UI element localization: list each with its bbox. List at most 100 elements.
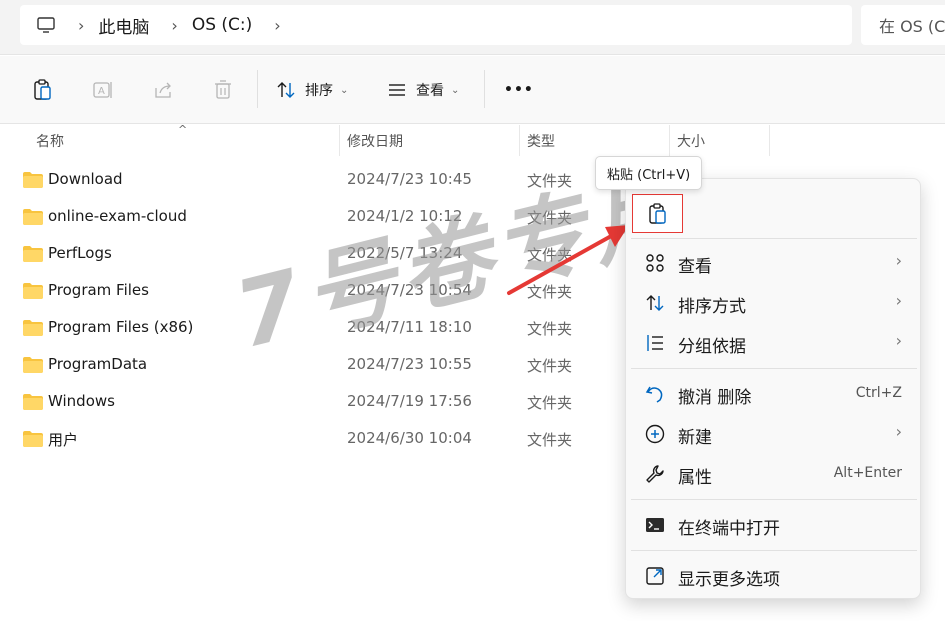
- share-icon: [155, 82, 171, 98]
- folder-icon: [23, 209, 43, 225]
- wrench-icon: [646, 465, 664, 483]
- trash-icon: [215, 80, 231, 99]
- menu-item-label: 显示更多选项: [678, 570, 780, 590]
- folder-icon: [23, 320, 43, 336]
- file-name: Program Files (x86): [48, 318, 194, 336]
- file-type: 文件夹: [527, 394, 573, 412]
- file-type: 文件夹: [527, 172, 573, 190]
- menu-item-sort-by[interactable]: 排序方式 ›: [626, 283, 920, 323]
- menu-item-show-more-options[interactable]: 显示更多选项: [626, 556, 920, 596]
- sort-ascending-icon: ^: [178, 123, 188, 136]
- file-date: 2024/7/11 18:10: [347, 318, 472, 336]
- file-type: 文件夹: [527, 357, 573, 375]
- menu-shortcut: Alt+Enter: [833, 465, 902, 481]
- folder-icon: [23, 394, 43, 410]
- plus-circle-icon: [645, 424, 665, 444]
- sort-icon: [646, 295, 664, 311]
- menu-item-new[interactable]: 新建 ›: [626, 414, 920, 454]
- paste-button[interactable]: [632, 194, 683, 233]
- file-name: PerfLogs: [48, 244, 112, 262]
- share-toolbar-button[interactable]: [152, 76, 174, 104]
- file-name: online-exam-cloud: [48, 207, 187, 225]
- file-date: 2024/7/23 10:45: [347, 170, 472, 188]
- clipboard-icon: [34, 79, 51, 100]
- menu-item-group-by[interactable]: 分组依据 ›: [626, 323, 920, 363]
- folder-icon: [23, 283, 43, 299]
- file-row[interactable]: 用户 2024/6/30 10:04 文件夹: [0, 421, 620, 458]
- file-date: 2024/7/19 17:56: [347, 392, 472, 410]
- file-name: ProgramData: [48, 355, 148, 373]
- search-input[interactable]: 在 OS (C:) 中搜索: [861, 5, 945, 45]
- column-type[interactable]: 类型: [519, 125, 669, 156]
- file-type: 文件夹: [527, 246, 573, 264]
- folder-icon: [23, 431, 43, 447]
- menu-item-view[interactable]: 查看 ›: [626, 243, 920, 283]
- breadcrumb-separator[interactable]: ›: [171, 16, 177, 35]
- more-options-button[interactable]: •••: [504, 76, 534, 104]
- file-name: Program Files: [48, 281, 149, 299]
- file-name: Windows: [48, 392, 115, 410]
- file-list: Download 2024/7/23 10:45 文件夹 online-exam…: [0, 162, 620, 458]
- column-date-modified[interactable]: 修改日期: [339, 125, 519, 156]
- menu-divider: [631, 238, 917, 239]
- paste-tooltip: 粘贴 (Ctrl+V): [595, 156, 703, 190]
- clipboard-icon: [648, 202, 666, 224]
- file-type: 文件夹: [527, 283, 573, 301]
- chevron-right-icon: ›: [895, 251, 902, 270]
- file-date: 2024/1/2 10:12: [347, 207, 463, 225]
- address-bar: › 此电脑 › OS (C:) › 在 OS (C:) 中搜索: [0, 0, 945, 55]
- view-toolbar-button[interactable]: 查看 ⌄: [387, 76, 459, 104]
- view-label: 查看: [416, 83, 444, 99]
- menu-item-label: 分组依据: [678, 337, 746, 357]
- file-date: 2024/7/23 10:55: [347, 355, 472, 373]
- breadcrumb-separator[interactable]: ›: [78, 16, 84, 35]
- file-row[interactable]: PerfLogs 2022/5/7 13:24 文件夹: [0, 236, 620, 273]
- chevron-right-icon: ›: [895, 291, 902, 310]
- file-row[interactable]: online-exam-cloud 2024/1/2 10:12 文件夹: [0, 199, 620, 236]
- delete-toolbar-button[interactable]: [212, 76, 234, 104]
- file-type: 文件夹: [527, 209, 573, 227]
- file-row[interactable]: Program Files (x86) 2024/7/11 18:10 文件夹: [0, 310, 620, 347]
- menu-divider: [631, 499, 917, 500]
- toolbar-divider: [257, 70, 258, 108]
- file-name: Download: [48, 170, 123, 188]
- menu-item-label: 撤消 删除: [678, 388, 752, 408]
- file-name: 用户: [48, 431, 79, 449]
- sort-label: 排序: [305, 83, 333, 99]
- file-date: 2022/5/7 13:24: [347, 244, 463, 262]
- computer-icon[interactable]: [36, 15, 56, 35]
- breadcrumb-this-pc[interactable]: 此电脑: [98, 13, 149, 38]
- command-toolbar: A 排序 ⌄ 查看 ⌄ •••: [0, 56, 945, 124]
- file-row[interactable]: ProgramData 2024/7/23 10:55 文件夹: [0, 347, 620, 384]
- sort-icon: [277, 82, 295, 98]
- chevron-right-icon: ›: [895, 331, 902, 350]
- menu-item-undo-delete[interactable]: 撤消 删除 Ctrl+Z: [626, 374, 920, 414]
- sort-toolbar-button[interactable]: 排序 ⌄: [276, 76, 348, 104]
- undo-icon: [645, 386, 663, 403]
- file-row[interactable]: Download 2024/7/23 10:45 文件夹: [0, 162, 620, 199]
- column-divider[interactable]: [769, 125, 770, 156]
- menu-item-label: 新建: [678, 428, 712, 448]
- breadcrumb-drive-c[interactable]: OS (C:): [192, 15, 252, 35]
- view-list-icon: [389, 84, 405, 96]
- terminal-icon: [646, 518, 664, 532]
- menu-item-properties[interactable]: 属性 Alt+Enter: [626, 454, 920, 494]
- chevron-right-icon: ›: [895, 422, 902, 441]
- menu-item-label: 在终端中打开: [678, 519, 780, 539]
- breadcrumb[interactable]: › 此电脑 › OS (C:) ›: [20, 5, 852, 45]
- folder-icon: [23, 246, 43, 262]
- file-row[interactable]: Windows 2024/7/19 17:56 文件夹: [0, 384, 620, 421]
- file-row[interactable]: Program Files 2024/7/23 10:54 文件夹: [0, 273, 620, 310]
- breadcrumb-separator[interactable]: ›: [274, 16, 280, 35]
- menu-item-label: 属性: [678, 468, 712, 488]
- column-size[interactable]: 大小: [669, 125, 769, 156]
- rename-toolbar-button[interactable]: A: [92, 76, 114, 104]
- menu-item-open-terminal[interactable]: 在终端中打开: [626, 505, 920, 545]
- paste-toolbar-button[interactable]: [32, 76, 54, 104]
- context-menu: 查看 › 排序方式 › 分组依据 › 撤消 删除 Ctrl+Z 新建 › 属性 …: [625, 178, 921, 599]
- file-type: 文件夹: [527, 431, 573, 449]
- file-type: 文件夹: [527, 320, 573, 338]
- chevron-down-icon: ⌄: [340, 84, 349, 96]
- menu-shortcut: Ctrl+Z: [855, 385, 902, 401]
- svg-text:A: A: [98, 86, 105, 97]
